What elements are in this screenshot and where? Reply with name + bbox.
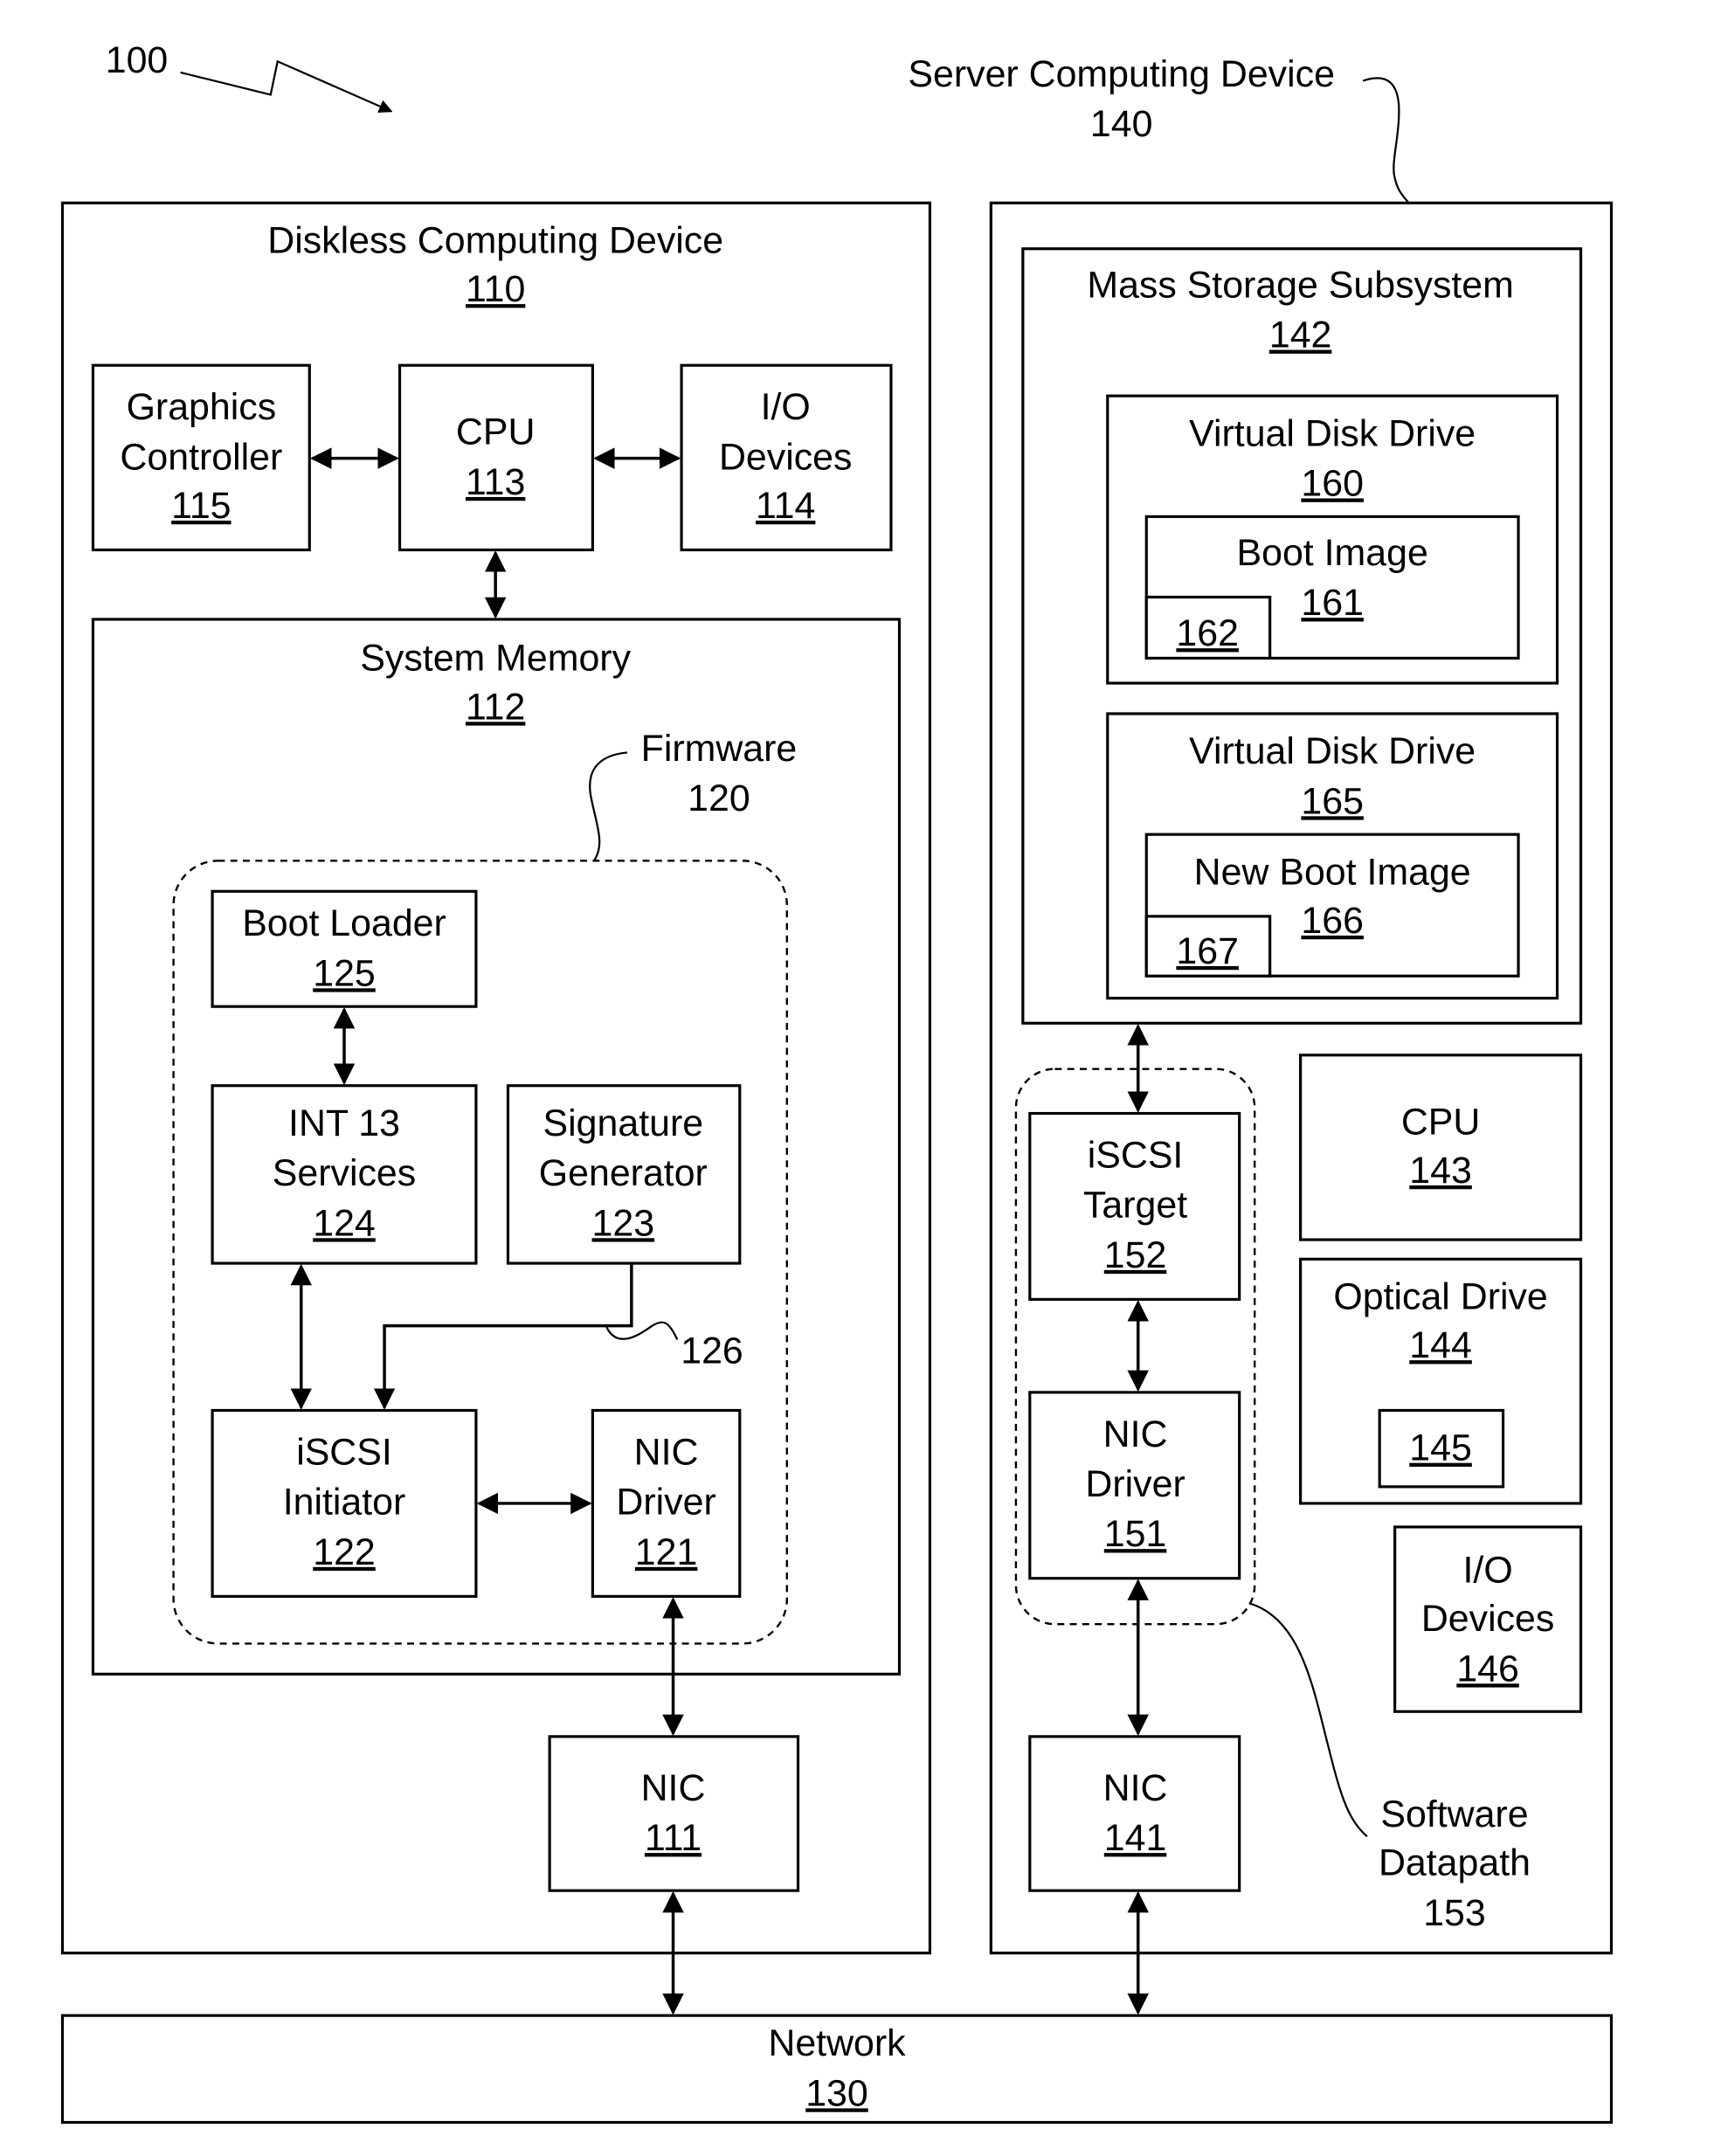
- optical-drive-ref: 144: [1409, 1324, 1472, 1366]
- virtual-disk-160-ref: 160: [1301, 463, 1364, 505]
- int13-ref: 124: [313, 1202, 376, 1244]
- nic-111-label: NIC: [641, 1767, 706, 1809]
- path-126-ref: 126: [681, 1330, 743, 1372]
- iscsi-initiator-label: iSCSI: [296, 1431, 392, 1473]
- nic-driver-151-label: NIC: [1103, 1413, 1168, 1455]
- iscsi-initiator-ref: 122: [313, 1531, 376, 1573]
- io-devices-146-label: I/O: [1463, 1549, 1513, 1591]
- signature-generator-label-2: Generator: [539, 1152, 708, 1194]
- figure-ref-arrow: [180, 59, 393, 113]
- server-ref: 140: [1090, 103, 1153, 145]
- graphics-controller-ref: 115: [171, 485, 231, 527]
- optical-media-145-ref: 145: [1409, 1427, 1472, 1469]
- nic-driver-121-label-2: Driver: [616, 1482, 715, 1524]
- virtual-disk-160-title: Virtual Disk Drive: [1189, 412, 1476, 454]
- iscsi-initiator-label-2: Initiator: [283, 1482, 406, 1524]
- nic-141-box: [1028, 1735, 1241, 1892]
- boot-loader-ref: 125: [313, 952, 376, 994]
- network-title: Network: [768, 2022, 906, 2064]
- system-diagram: 100 Server Computing Device 140 Diskless…: [60, 39, 1614, 2125]
- io-devices-114-ref: 114: [756, 485, 815, 527]
- cpu-143-label: CPU: [1401, 1101, 1481, 1143]
- int13-label-2: Services: [273, 1152, 416, 1194]
- signature-generator-label: Signature: [543, 1102, 704, 1144]
- firmware-label: Firmware: [641, 728, 798, 770]
- nic-111-box: [548, 1735, 800, 1892]
- io-devices-114-label-2: Devices: [719, 436, 853, 478]
- mass-storage-title: Mass Storage Subsystem: [1087, 264, 1514, 306]
- boot-image-161-title: Boot Image: [1237, 532, 1428, 574]
- nic-111-ref: 111: [645, 1817, 702, 1859]
- graphics-controller-label-2: Controller: [120, 436, 282, 478]
- int13-label: INT 13: [288, 1102, 400, 1144]
- new-boot-image-part-167-ref: 167: [1176, 930, 1239, 972]
- iscsi-target-label-2: Target: [1083, 1185, 1187, 1227]
- firmware-ref: 120: [688, 777, 750, 819]
- optical-drive-label: Optical Drive: [1333, 1276, 1547, 1318]
- new-boot-image-166-title: New Boot Image: [1194, 851, 1471, 893]
- boot-loader-label: Boot Loader: [242, 902, 446, 944]
- io-devices-114-label: I/O: [761, 386, 811, 428]
- iscsi-target-label: iSCSI: [1088, 1134, 1184, 1176]
- figure-ref-label: 100: [106, 39, 169, 81]
- nic-141-label: NIC: [1103, 1767, 1168, 1809]
- cpu-143-box: [1299, 1054, 1583, 1241]
- io-devices-146-label-2: Devices: [1421, 1598, 1555, 1640]
- graphics-controller-label: Graphics: [127, 386, 277, 428]
- datapath-label: Software: [1380, 1793, 1528, 1835]
- virtual-disk-165-title: Virtual Disk Drive: [1189, 730, 1476, 772]
- boot-image-part-162-ref: 162: [1176, 612, 1239, 654]
- new-boot-image-166-ref: 166: [1301, 900, 1364, 942]
- nic-driver-121-ref: 121: [635, 1531, 698, 1573]
- diskless-ref: 110: [466, 268, 525, 310]
- server-leader-line: [1362, 77, 1410, 204]
- nic-141-ref: 141: [1104, 1817, 1167, 1859]
- diskless-title: Diskless Computing Device: [267, 220, 723, 262]
- system-memory-ref: 112: [466, 686, 525, 728]
- system-memory-title: System Memory: [360, 638, 631, 680]
- nic-driver-151-ref: 151: [1104, 1513, 1167, 1555]
- cpu-143-ref: 143: [1409, 1150, 1472, 1192]
- cpu-113-ref: 113: [466, 461, 525, 503]
- signature-generator-ref: 123: [592, 1202, 655, 1244]
- boot-image-161-ref: 161: [1301, 582, 1364, 624]
- nic-driver-151-label-2: Driver: [1085, 1463, 1185, 1505]
- mass-storage-ref: 142: [1269, 314, 1332, 356]
- datapath-label-2: Datapath: [1379, 1842, 1531, 1884]
- cpu-113-label: CPU: [456, 411, 536, 453]
- server-title: Server Computing Device: [908, 53, 1335, 95]
- iscsi-target-ref: 152: [1104, 1234, 1167, 1276]
- network-ref: 130: [805, 2072, 868, 2114]
- virtual-disk-165-ref: 165: [1301, 780, 1364, 822]
- nic-driver-121-label: NIC: [634, 1431, 699, 1473]
- cpu-113-box: [397, 363, 594, 552]
- io-devices-146-ref: 146: [1456, 1648, 1519, 1690]
- datapath-ref: 153: [1423, 1892, 1486, 1934]
